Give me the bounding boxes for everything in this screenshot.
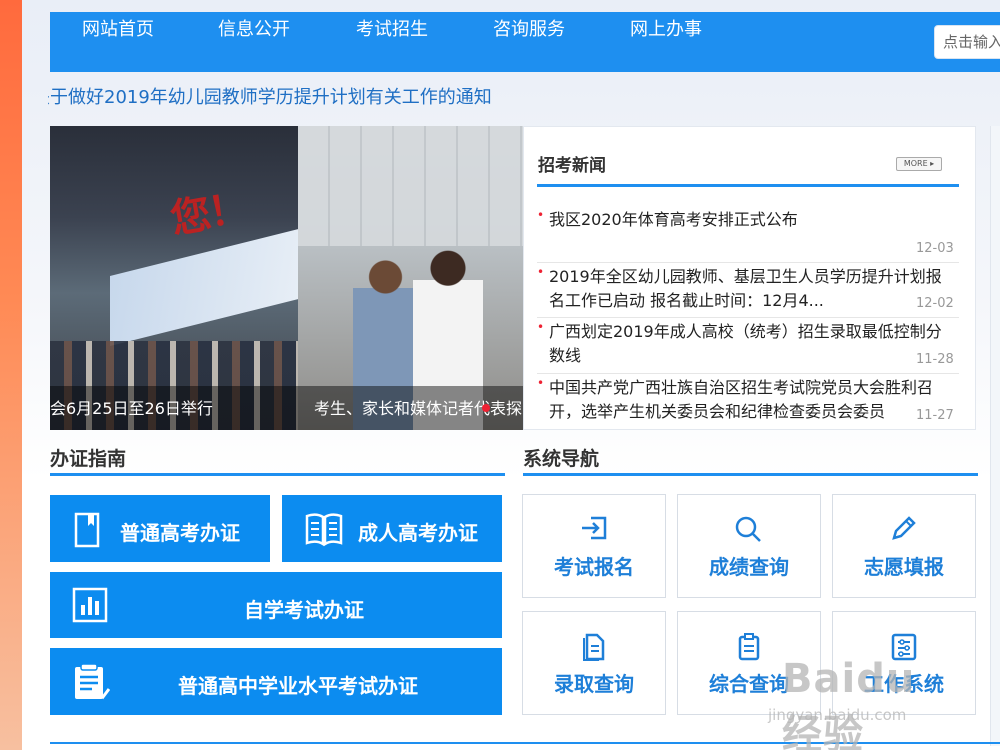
slide-photo-exhibition-hall: 您！	[50, 126, 298, 430]
notice-text[interactable]: 关于做好2019年幼儿园教师学历提升计划有关工作的通知	[48, 87, 492, 108]
news-more-button[interactable]: MORE ▸	[896, 157, 942, 171]
news-item-date: 11-27	[916, 408, 954, 423]
btn-regular-gaokao-label: 普通高考办证	[120, 521, 240, 545]
search-input[interactable]: 点击输入	[934, 25, 1000, 59]
bullet-icon: •	[537, 265, 545, 279]
ceiling-image	[298, 126, 523, 246]
right-edge-panel	[990, 126, 1000, 746]
baidu-jingyan-watermark: Baidu 经验 jingyan.baidu.com	[762, 640, 962, 750]
open-book-icon	[304, 511, 344, 551]
card-exam-registration-label: 考试报名	[554, 555, 634, 579]
news-divider	[537, 262, 959, 263]
system-section-underline	[523, 473, 978, 476]
card-application-fill[interactable]: 志愿填报	[832, 494, 976, 598]
card-application-fill-label: 志愿填报	[864, 555, 944, 579]
news-item-date: 12-03	[916, 241, 954, 256]
news-item-text[interactable]: 2019年全区幼儿园教师、基层卫生人员学历提升计划报名工作已启动 报名截止时间：…	[549, 265, 949, 313]
card-score-query[interactable]: 成绩查询	[677, 494, 821, 598]
clipboard-icon	[72, 662, 111, 706]
watermark-url: jingyan.baidu.com	[768, 706, 907, 724]
bullet-icon: •	[537, 376, 545, 390]
guide-section-title: 办证指南	[50, 448, 127, 470]
document-icon	[579, 632, 609, 666]
news-section-title: 招考新闻	[538, 156, 606, 176]
news-item-date: 12-02	[916, 296, 954, 311]
nav-online-service[interactable]: 网上办事	[630, 0, 702, 60]
nav-home[interactable]: 网站首页	[82, 0, 154, 60]
slide-photo-visitors	[298, 126, 523, 430]
bullet-icon: •	[537, 320, 545, 334]
news-divider	[537, 373, 959, 374]
nav-consult-service[interactable]: 咨询服务	[493, 0, 565, 60]
left-decor-strip	[0, 0, 22, 750]
btn-adult-gaokao-label: 成人高考办证	[358, 521, 478, 545]
slide-caption-1[interactable]: 会6月25日至26日举行	[50, 399, 280, 419]
news-item-text[interactable]: 我区2020年体育高考安排正式公布	[549, 208, 959, 232]
card-admission-query-label: 录取查询	[554, 672, 634, 696]
guide-section-underline	[50, 473, 505, 476]
clipboard-list-icon	[734, 632, 764, 666]
news-item-text[interactable]: 广西划定2019年成人高校（统考）招生录取最低控制分数线	[549, 320, 949, 368]
scrolling-notice[interactable]: 关于做好2019年幼儿园教师学历提升计划有关工作的通知	[48, 86, 568, 110]
login-icon	[579, 515, 609, 545]
bar-chart-icon	[72, 587, 108, 627]
slider-indicator-dot[interactable]	[482, 404, 490, 412]
book-icon	[72, 511, 104, 553]
news-divider	[537, 317, 959, 318]
card-exam-registration[interactable]: 考试报名	[522, 494, 666, 598]
banner-text: 您！	[167, 183, 251, 244]
news-item-text[interactable]: 中国共产党广西壮族自治区招生考试院党员大会胜利召开，选举产生机关委员会和纪律检查…	[549, 376, 949, 424]
news-item-date: 11-28	[916, 352, 954, 367]
welcome-banner	[110, 229, 298, 346]
system-section-title: 系统导航	[523, 448, 600, 470]
btn-self-study-exam-label: 自学考试办证	[244, 598, 364, 622]
bullet-icon: •	[537, 208, 545, 222]
watermark-logo: Baidu 经验	[782, 656, 916, 750]
image-slider[interactable]: 您！	[50, 126, 523, 430]
search-icon	[734, 515, 764, 547]
card-admission-query[interactable]: 录取查询	[522, 611, 666, 715]
btn-high-school-proficiency-label: 普通高中学业水平考试办证	[178, 674, 418, 698]
card-score-query-label: 成绩查询	[709, 555, 789, 579]
news-title-underline	[537, 184, 959, 187]
btn-self-study-exam[interactable]: 自学考试办证	[50, 572, 502, 638]
btn-high-school-proficiency[interactable]: 普通高中学业水平考试办证	[50, 648, 502, 715]
pencil-icon	[889, 515, 919, 547]
btn-regular-gaokao[interactable]: 普通高考办证	[50, 495, 270, 562]
btn-adult-gaokao[interactable]: 成人高考办证	[282, 495, 502, 562]
slide-caption-2[interactable]: 考生、家长和媒体记者代表探访	[314, 399, 522, 419]
nav-exam-enrollment[interactable]: 考试招生	[356, 0, 428, 60]
nav-info-public[interactable]: 信息公开	[218, 0, 290, 60]
